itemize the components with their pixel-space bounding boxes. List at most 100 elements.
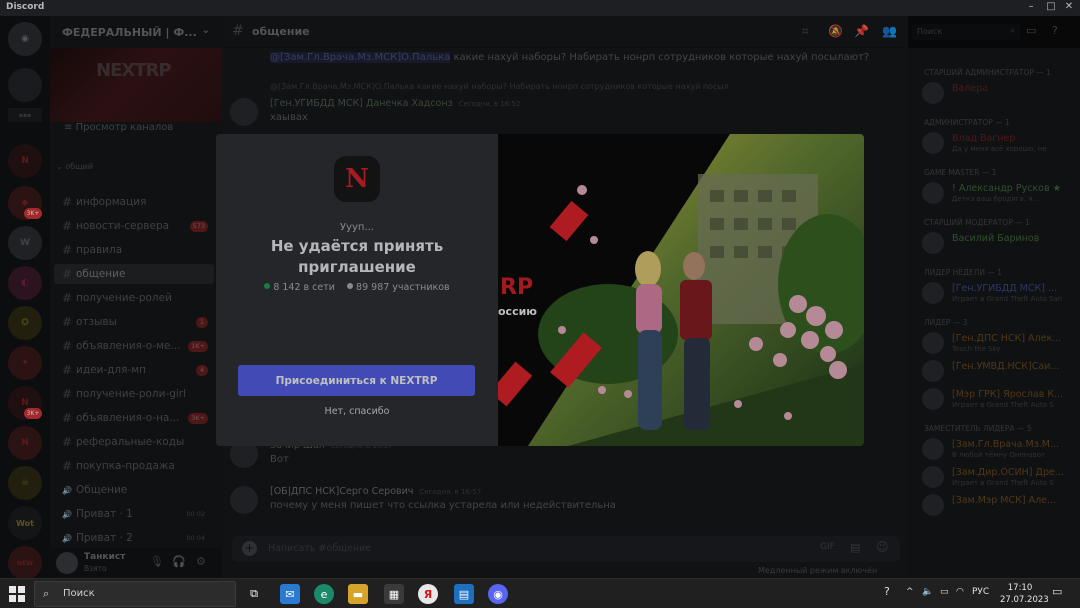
member-item[interactable]: ! Александр Русков ★ Детка ваш бродяга, я…	[922, 180, 1076, 206]
wifi-icon[interactable]: ◠	[956, 587, 964, 597]
threads-icon[interactable]: ⌗	[802, 24, 809, 39]
battery-icon[interactable]: ▭	[940, 587, 949, 597]
channel-item[interactable]: 🔊 Приват · 2 00 04	[54, 528, 214, 548]
server-header[interactable]: ФЕДЕРАЛЬНЫЙ | Ф... ⌄	[50, 16, 222, 48]
decline-button[interactable]: Нет, спасибо	[216, 406, 498, 417]
channel-item[interactable]: 🔊 Общение	[54, 480, 214, 500]
channel-item[interactable]: # отзывы 1	[54, 312, 214, 332]
member-item[interactable]: [Зам.Дир.ОСИН] Дре... Играет в Grand Thef…	[922, 464, 1076, 490]
channel-item[interactable]: # получение-ролей	[54, 288, 214, 308]
member-activity: В любой тёмну Оненавот	[952, 451, 1046, 459]
member-item[interactable]: [Ген.УМВД.НСК]Саи...	[922, 358, 1076, 384]
channel-item[interactable]: # объявления-о-ме... 1K+	[54, 336, 214, 356]
taskbar-search-label: Поиск	[63, 588, 95, 599]
server-icon-n[interactable]: N	[8, 144, 42, 178]
speaker-icon: 🔊	[62, 533, 72, 543]
unread-badge: 1	[196, 316, 208, 328]
bell-icon[interactable]: 🔕	[828, 24, 843, 38]
member-item[interactable]: Влад Вагнер Да у меня всё хорошо, не	[922, 130, 1076, 156]
task-view-icon[interactable]: ⧉	[244, 584, 264, 604]
channel-item[interactable]: # правила	[54, 240, 214, 260]
speaker-icon[interactable]: 🔈	[922, 587, 933, 597]
store-icon[interactable]: ▦	[384, 584, 404, 604]
invite-title: Не удаётся принять приглашение	[270, 237, 444, 276]
splash-illustration: RP оссию	[498, 134, 864, 446]
avatar	[922, 332, 944, 354]
help-icon[interactable]: ?	[1052, 24, 1058, 37]
notification-icon[interactable]: ▭	[1052, 585, 1062, 598]
member-item[interactable]: [Ген.УГИБДД МСК] ... Играет в Grand Theft…	[922, 280, 1076, 306]
gif-icon[interactable]: GIF	[820, 542, 835, 552]
edge-icon[interactable]: e	[314, 584, 334, 604]
server-icon[interactable]: ☠	[8, 466, 42, 500]
channel-item[interactable]: # общение	[54, 264, 214, 284]
member-item[interactable]: [Зам.Гл.Врача.Мз.М... В любой тёмну Онена…	[922, 436, 1076, 462]
avatar[interactable]	[56, 552, 78, 574]
gear-icon[interactable]: ⚙	[196, 555, 206, 568]
member-activity: Детка ваш бродяга, я...	[952, 195, 1040, 203]
avatar[interactable]	[230, 486, 258, 514]
file-explorer-icon[interactable]: ▬	[348, 584, 368, 604]
channel-item[interactable]: # покупка-продажа	[54, 456, 214, 476]
browse-channels[interactable]: ≡ Просмотр каналов	[64, 122, 173, 133]
member-item[interactable]: Василий Баринов	[922, 230, 1076, 256]
member-role-header: Лидер недели — 1	[924, 268, 1003, 277]
join-server-button[interactable]: Присоединиться к NEXTRP	[238, 365, 475, 396]
server-icon[interactable]: ◐	[8, 266, 42, 300]
language-indicator[interactable]: РУС	[972, 587, 989, 597]
help-icon[interactable]: ?	[884, 585, 890, 598]
message-author[interactable]: [Ген.УГИБДД МСК] Данечка Хадсонз Сегодня,…	[270, 98, 520, 109]
channel-item[interactable]: # информация	[54, 192, 214, 212]
avatar[interactable]	[230, 98, 258, 126]
member-item[interactable]: [Зам.Мэр МСК] Але...	[922, 492, 1076, 518]
member-item[interactable]: Валера	[922, 80, 1076, 106]
member-item[interactable]: [Мэр ГРК] Ярослав К... Играет в Grand The…	[922, 386, 1076, 412]
server-icon[interactable]	[8, 68, 42, 102]
close-icon[interactable]: ✕	[1058, 1, 1080, 12]
chevron-up-icon[interactable]: ^	[906, 587, 914, 597]
avatar	[922, 82, 944, 104]
message-input[interactable]: + Написать #общение GIF ▤ ☺	[232, 536, 900, 562]
server-icon-wot-hub[interactable]: Wot	[8, 506, 42, 540]
server-icon[interactable]: NEW	[8, 546, 42, 580]
server-icon-wot[interactable]: W	[8, 226, 42, 260]
yandex-icon[interactable]: Я	[418, 584, 438, 604]
online-dot-icon	[264, 283, 271, 289]
members-icon[interactable]: 👥	[882, 24, 897, 38]
plus-icon[interactable]: +	[242, 541, 257, 556]
app-icon[interactable]: ▤	[454, 584, 474, 604]
message-text: хаывах	[270, 112, 308, 123]
taskbar-clock[interactable]: 17:10 27.07.2023	[1000, 582, 1049, 606]
message-author[interactable]: [ОБ|ДПС НСК]Серго Серович Сегодня, в 16:5…	[270, 486, 481, 497]
taskbar-search[interactable]: ⌕ Поиск	[34, 581, 236, 607]
channel-item[interactable]: # реферальные-коды	[54, 432, 214, 452]
window-titlebar: Discord – □ ✕	[0, 0, 1080, 16]
minimize-icon[interactable]: –	[1020, 1, 1042, 12]
headphones-icon[interactable]: 🎧	[172, 555, 186, 568]
server-icon-n[interactable]: N	[8, 426, 42, 460]
search-input[interactable]: Поиск ⌕	[912, 24, 1020, 40]
chevron-down-icon: ⌄	[201, 25, 210, 36]
sticker-icon[interactable]: ▤	[850, 541, 860, 554]
channel-category[interactable]: ⌄ общий	[56, 162, 93, 171]
server-icon[interactable]: ✪	[8, 306, 42, 340]
channel-sidebar: ФЕДЕРАЛЬНЫЙ | Ф... ⌄ NEXTRP ≡ Просмотр к…	[50, 16, 222, 578]
inbox-icon[interactable]: ▭	[1026, 24, 1036, 37]
emoji-icon[interactable]: ☺	[876, 540, 889, 554]
channel-item[interactable]: # новости-сервера 573	[54, 216, 214, 236]
channel-item[interactable]: 🔊 Приват · 1 00 02	[54, 504, 214, 524]
reply-preview: @[Зам.Гл.Врача.Мз.МСК]О.Палька какие нах…	[270, 82, 729, 91]
windows-start-icon[interactable]	[8, 585, 26, 603]
channel-item[interactable]: # получение-роли-girl	[54, 384, 214, 404]
discord-taskbar-icon[interactable]: ◉	[488, 584, 508, 604]
server-icon[interactable]: ✦	[8, 346, 42, 380]
mail-icon[interactable]: ✉	[280, 584, 300, 604]
channel-item[interactable]: # идеи-для-мп 4	[54, 360, 214, 380]
discord-home-icon[interactable]: ◉	[8, 22, 42, 56]
channel-item[interactable]: # объявления-о-на... 3K+	[54, 408, 214, 428]
server-folder-icon[interactable]: ▪▪▪	[8, 108, 42, 122]
member-name: [Ген.ДПС НСК] Алек...	[952, 333, 1062, 344]
microphone-icon[interactable]: 🎙	[150, 555, 164, 568]
pin-icon[interactable]: 📌	[854, 24, 869, 38]
member-item[interactable]: [Ген.ДПС НСК] Алек... Touch the Sky	[922, 330, 1076, 356]
